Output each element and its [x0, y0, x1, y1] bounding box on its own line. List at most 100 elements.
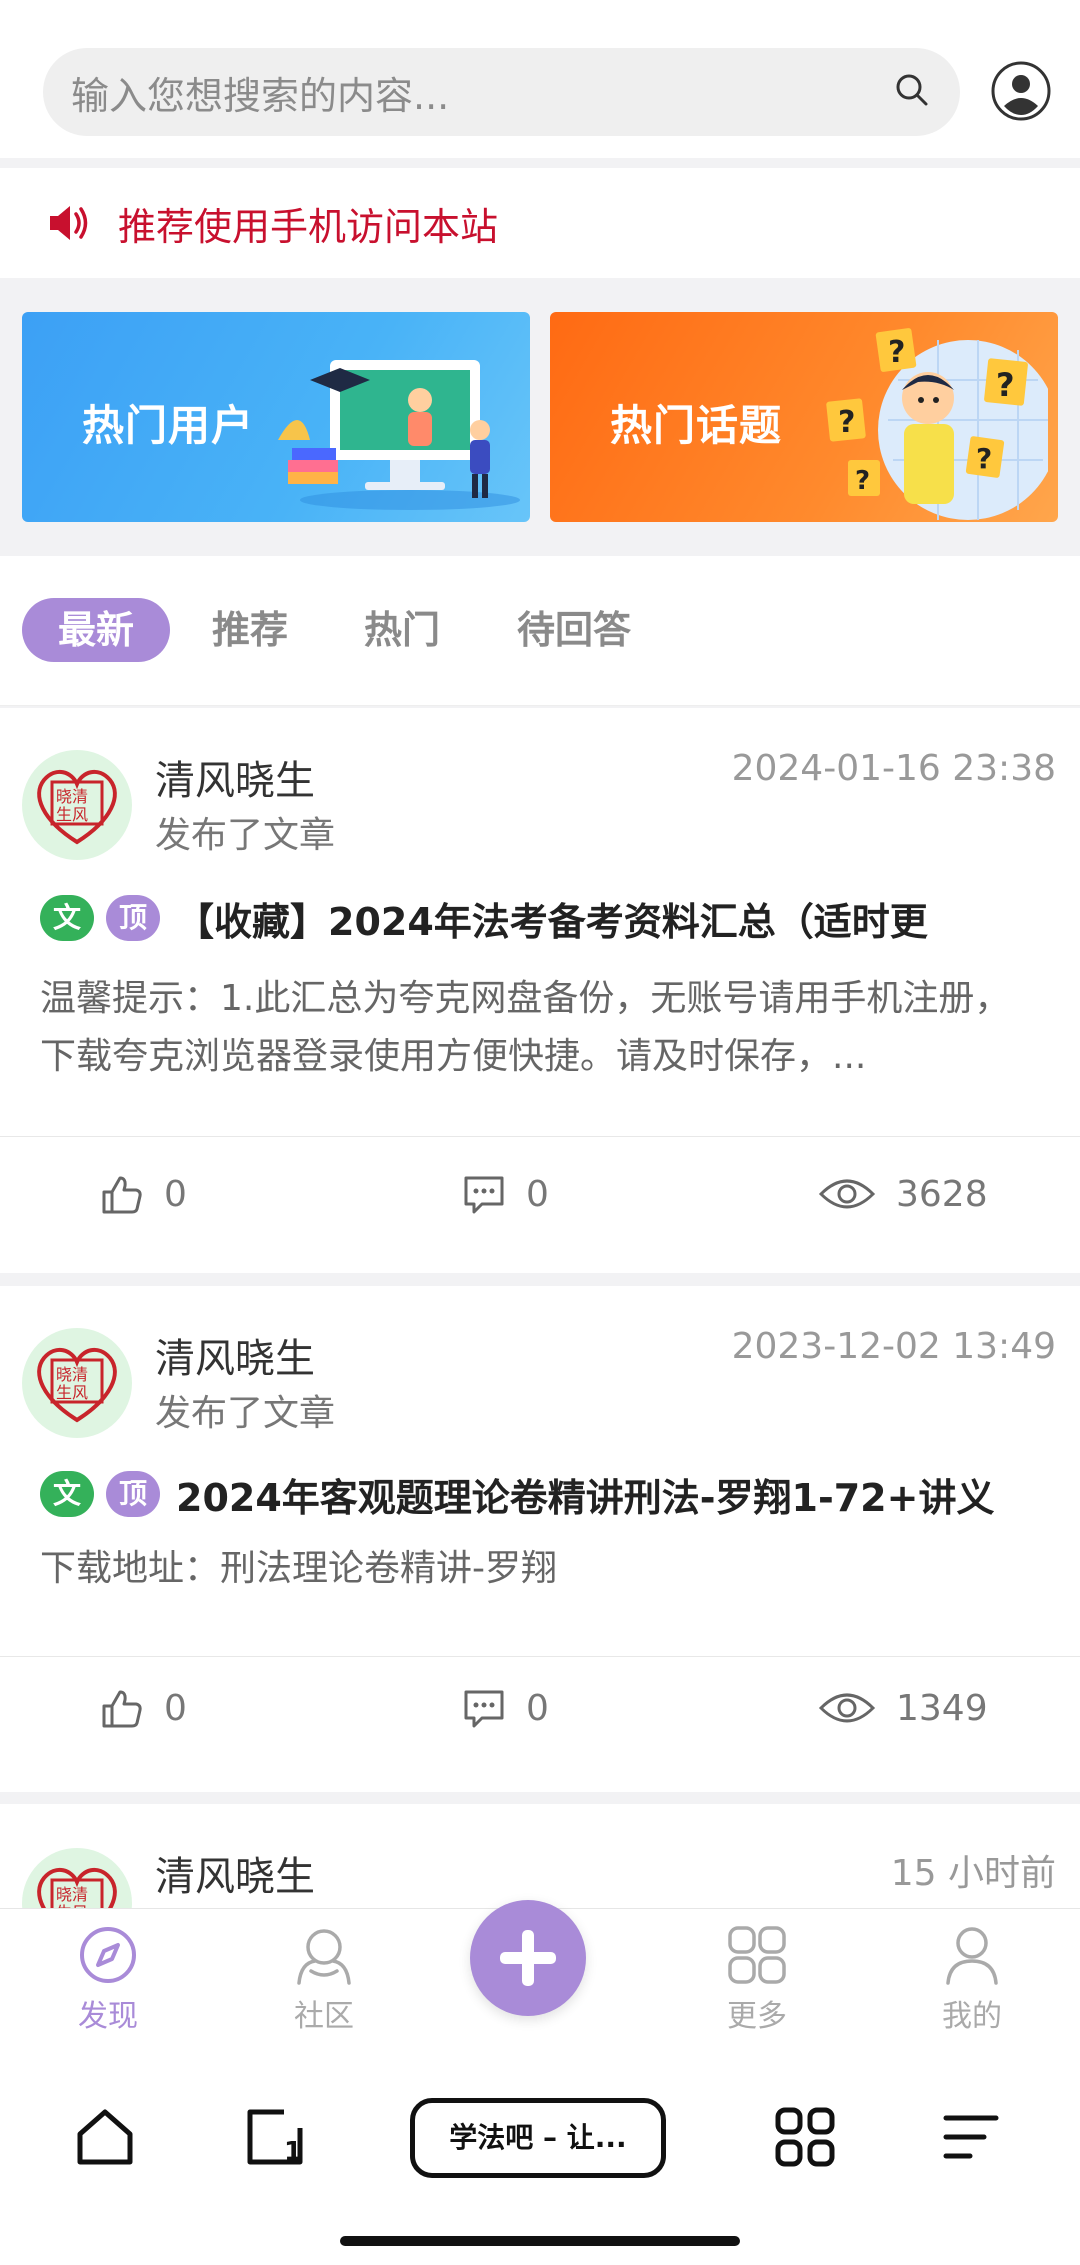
- post-card[interactable]: 晓清 生风 清风晓生 15 小时前: [0, 1804, 1080, 1908]
- nav-label: 发现: [78, 1999, 138, 2034]
- tab-recommended[interactable]: 推荐: [212, 598, 288, 662]
- user-logo-icon[interactable]: 晓清 生风: [22, 750, 132, 860]
- svg-text:?: ?: [888, 335, 905, 370]
- user-logo-icon[interactable]: 晓清 生风: [22, 1848, 132, 1908]
- comment-button[interactable]: 0: [462, 1658, 549, 1758]
- notice-bar[interactable]: 推荐使用手机访问本站: [0, 168, 1080, 278]
- search-icon[interactable]: [892, 70, 932, 114]
- post-author[interactable]: 清风晓生: [155, 748, 315, 806]
- apps-button[interactable]: [774, 2106, 836, 2172]
- nav-more[interactable]: 更多: [697, 1925, 817, 2035]
- user-icon: [946, 1927, 998, 1985]
- like-button[interactable]: 0: [100, 1144, 187, 1244]
- comment-count: 0: [526, 1687, 549, 1729]
- current-tab-pill[interactable]: 学法吧 – 让...: [410, 2098, 666, 2178]
- post-action: 发布了文章: [155, 815, 336, 856]
- post-stats: 0 0 3628: [0, 1144, 1080, 1244]
- home-button[interactable]: [74, 2106, 136, 2172]
- nav-discover[interactable]: 发现: [48, 1925, 168, 2035]
- grid-icon: [728, 1926, 786, 1984]
- menu-button[interactable]: [940, 2106, 1002, 2172]
- svg-text:生风: 生风: [56, 1383, 88, 1402]
- svg-text:晓清: 晓清: [56, 1365, 88, 1384]
- svg-text:?: ?: [838, 405, 855, 440]
- compass-icon: [80, 1927, 136, 1983]
- views-stat: 1349: [818, 1658, 988, 1758]
- post-title-row[interactable]: 文 顶 2024年客观题理论卷精讲刑法-罗翔1-72+讲义: [40, 1466, 1040, 1522]
- nav-label: 我的: [942, 1999, 1002, 2034]
- comment-count: 0: [526, 1173, 549, 1215]
- nav-community[interactable]: 社区: [264, 1925, 384, 2035]
- hot-topics-banner[interactable]: 热门话题 ? ? ? ? ?: [550, 312, 1058, 522]
- feed-tabs: 最新 推荐 热门 待回答: [0, 556, 1080, 706]
- thumbs-up-icon: [102, 1176, 142, 1214]
- tabs-button[interactable]: 1: [244, 2106, 306, 2172]
- banner-section: 热门用户 热门话题 ? ? ? ? ?: [0, 278, 1080, 554]
- eye-icon: [818, 1693, 876, 1723]
- nav-me[interactable]: 我的: [912, 1925, 1032, 2035]
- post-excerpt: 下载地址：刑法理论卷精讲-罗翔: [40, 1548, 557, 1589]
- view-count: 1349: [896, 1687, 988, 1729]
- user-logo-icon[interactable]: 晓清 生风: [22, 1328, 132, 1438]
- svg-text:生风: 生风: [56, 805, 88, 824]
- post-excerpt: 温馨提示：1.此汇总为夸克网盘备份，无账号请用手机注册，下载夸克浏览器登录使用方…: [40, 978, 1011, 1077]
- post-card[interactable]: 晓清 生风 清风晓生 发布了文章 2023-12-02 13:49 文 顶 20…: [0, 1286, 1080, 1792]
- tabs-icon: 1: [247, 2109, 303, 2167]
- post-stats: 0 0 1349: [0, 1658, 1080, 1758]
- search-input[interactable]: 输入您想搜索的内容...: [71, 65, 892, 120]
- svg-text:?: ?: [976, 442, 992, 475]
- svg-text:晓清: 晓清: [56, 1885, 88, 1904]
- search-bar[interactable]: 输入您想搜索的内容...: [43, 48, 960, 136]
- banner-label: 热门用户: [82, 401, 255, 450]
- post-time: 2023-12-02 13:49: [731, 1326, 1056, 1367]
- hot-users-banner[interactable]: 热门用户: [22, 312, 530, 522]
- post-time: 15 小时前: [890, 1853, 1056, 1894]
- article-badge: 文: [40, 895, 94, 941]
- article-badge: 文: [40, 1471, 94, 1517]
- post-title-row[interactable]: 文 顶 【收藏】2024年法考备考资料汇总（适时更: [40, 890, 1040, 946]
- view-count: 3628: [896, 1173, 988, 1215]
- user-avatar-icon[interactable]: [990, 60, 1052, 122]
- tab-latest[interactable]: 最新: [22, 598, 171, 662]
- post-author[interactable]: 清风晓生: [155, 1326, 315, 1384]
- pinned-badge: 顶: [106, 1471, 160, 1517]
- comment-button[interactable]: 0: [462, 1144, 549, 1244]
- like-button[interactable]: 0: [100, 1658, 187, 1758]
- header: 输入您想搜索的内容...: [0, 0, 1080, 158]
- post-title[interactable]: 2024年客观题理论卷精讲刑法-罗翔1-72+讲义: [176, 1467, 994, 1522]
- post-author[interactable]: 清风晓生: [155, 1844, 315, 1902]
- post-title[interactable]: 【收藏】2024年法考备考资料汇总（适时更: [176, 891, 928, 946]
- like-count: 0: [164, 1687, 187, 1729]
- post-card[interactable]: 晓清 生风 清风晓生 发布了文章 2024-01-16 23:38 文 顶 【收…: [0, 708, 1080, 1273]
- community-icon: [297, 1929, 351, 1985]
- classroom-illustration-icon: [278, 360, 520, 510]
- nav-label: 社区: [294, 1999, 354, 2034]
- plus-icon: [500, 1930, 556, 1986]
- comment-icon: [464, 1690, 504, 1728]
- create-post-button[interactable]: [470, 1900, 586, 2016]
- post-action: 发布了文章: [155, 1393, 336, 1434]
- banner-label: 热门话题: [610, 401, 783, 450]
- svg-text:?: ?: [996, 366, 1015, 404]
- nav-label: 更多: [727, 1999, 787, 2034]
- grid-icon: [775, 2107, 835, 2167]
- question-illustration-icon: ? ? ? ? ?: [826, 328, 1048, 520]
- notice-text: 推荐使用手机访问本站: [118, 204, 499, 249]
- divider: [0, 1136, 1080, 1137]
- tab-unanswered[interactable]: 待回答: [517, 598, 631, 662]
- like-count: 0: [164, 1173, 187, 1215]
- svg-text:晓清: 晓清: [56, 787, 88, 806]
- gesture-home-indicator[interactable]: [340, 2236, 740, 2246]
- thumbs-up-icon: [102, 1690, 142, 1728]
- divider: [0, 1656, 1080, 1657]
- views-stat: 3628: [818, 1144, 988, 1244]
- comment-icon: [464, 1176, 504, 1214]
- speaker-icon: [50, 206, 88, 240]
- pinned-badge: 顶: [106, 895, 160, 941]
- svg-text:1: 1: [284, 2137, 302, 2167]
- svg-text:?: ?: [855, 466, 870, 496]
- menu-icon: [943, 2115, 999, 2159]
- post-time: 2024-01-16 23:38: [731, 748, 1056, 789]
- browser-toolbar: 1 学法吧 – 让...: [0, 2058, 1080, 2265]
- tab-hot[interactable]: 热门: [364, 598, 440, 662]
